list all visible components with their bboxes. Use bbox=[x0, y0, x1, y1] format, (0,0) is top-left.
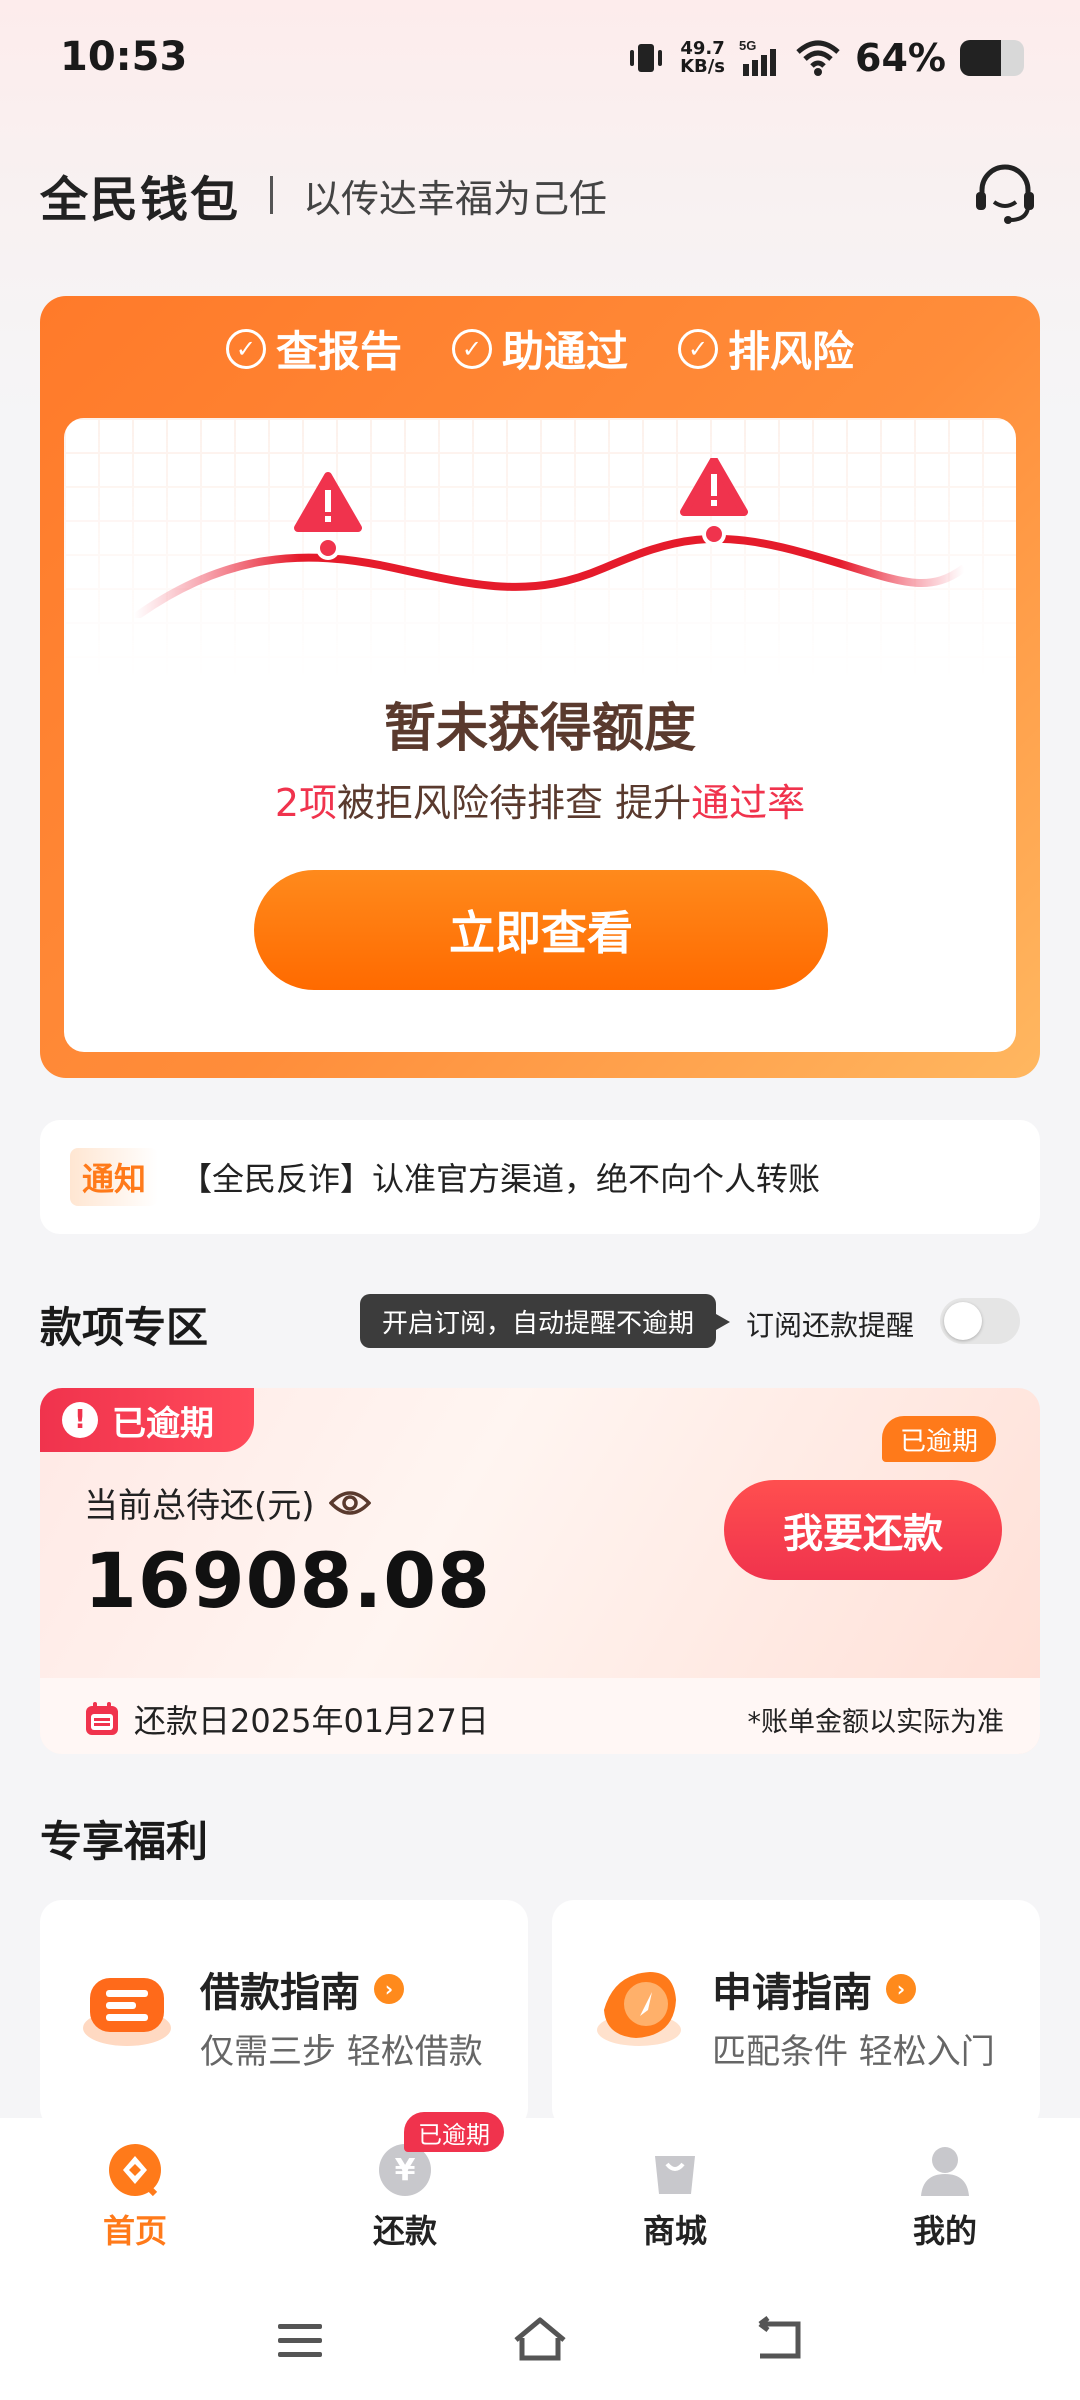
feature-list: ✓ 查报告 ✓ 助通过 ✓ 排风险 bbox=[40, 318, 1040, 379]
bill-note: *账单金额以实际为准 bbox=[747, 1707, 1005, 1738]
home-icon bbox=[109, 2144, 161, 2197]
nav-mall[interactable]: 商城 bbox=[540, 2118, 810, 2280]
feature-item: ✓ 助通过 bbox=[451, 318, 628, 379]
brand-slogan: 以传达幸福为己任 bbox=[303, 176, 608, 221]
benefit-subtitle: 仅需三步 轻松借款 bbox=[200, 2032, 483, 2072]
battery-percent: 64% bbox=[855, 36, 946, 80]
warning-icon bbox=[680, 458, 748, 546]
header-divider bbox=[270, 176, 274, 214]
brand-logo: 全民钱包 bbox=[40, 172, 241, 228]
home-button-icon[interactable] bbox=[510, 2310, 570, 2370]
system-navigation-bar bbox=[0, 2280, 1080, 2400]
nav-mine[interactable]: 我的 bbox=[810, 2118, 1080, 2280]
apply-guide-icon bbox=[597, 1972, 681, 2046]
view-now-button[interactable]: 立即查看 bbox=[254, 870, 828, 990]
chevron-right-icon: › bbox=[886, 1974, 916, 2004]
status-time: 10:53 bbox=[60, 34, 188, 80]
svg-text:¥: ¥ bbox=[395, 2153, 416, 2188]
repay-button[interactable]: 我要还款 bbox=[724, 1480, 1002, 1580]
svg-text:5G: 5G bbox=[739, 38, 756, 53]
calendar-icon bbox=[86, 1702, 118, 1735]
loan-card: ! 已逾期 当前总待还(元) 16908.08 我要还款 已逾期 还款日2025… bbox=[40, 1388, 1040, 1754]
repay-overdue-tag: 已逾期 bbox=[882, 1416, 997, 1462]
check-circle-icon: ✓ bbox=[678, 328, 718, 369]
notice-text: 【全民反诈】认准官方渠道，绝不向个人转账 bbox=[180, 1160, 821, 1198]
menu-icon[interactable] bbox=[270, 2310, 330, 2370]
benefit-title: 申请指南 › bbox=[712, 1960, 916, 2018]
vibrate-icon bbox=[630, 44, 663, 72]
benefits-section-title: 专享福利 bbox=[40, 1817, 209, 1866]
back-icon[interactable] bbox=[750, 2310, 810, 2370]
notice-bar[interactable]: 通知 【全民反诈】认准官方渠道，绝不向个人转账 bbox=[40, 1120, 1040, 1234]
credit-status-panel: 暂未获得额度 2项被拒风险待排查 提升通过率 立即查看 bbox=[64, 418, 1016, 1052]
subscribe-tooltip: 开启订阅，自动提醒不逾期 bbox=[360, 1294, 731, 1348]
user-icon bbox=[921, 2147, 969, 2196]
battery-fill bbox=[960, 40, 1001, 76]
chevron-right-icon: › bbox=[374, 1974, 404, 2004]
shopping-bag-icon bbox=[655, 2156, 695, 2194]
app-header: 全民钱包 以传达幸福为己任 bbox=[40, 160, 1040, 230]
due-date: 还款日2025年01月27日 bbox=[84, 1696, 489, 1742]
borrow-guide-card[interactable]: 借款指南 › 仅需三步 轻松借款 bbox=[40, 1900, 528, 2130]
network-speed: 49.7 KB/s bbox=[680, 38, 726, 77]
nav-repay[interactable]: 已逾期 ¥ 还款 bbox=[270, 2112, 540, 2280]
due-amount-label: 当前总待还(元) bbox=[84, 1478, 371, 1527]
benefit-subtitle: 匹配条件 轻松入门 bbox=[712, 2032, 995, 2072]
credit-limit-card: ✓ 查报告 ✓ 助通过 ✓ 排风险 暂未获得额度 2项被拒风险待排查 提升通过率… bbox=[40, 296, 1040, 1078]
feature-item: ✓ 排风险 bbox=[678, 318, 854, 379]
borrow-guide-icon bbox=[83, 1978, 171, 2046]
notice-tag: 通知 bbox=[70, 1148, 159, 1206]
subscribe-toggle[interactable] bbox=[940, 1298, 1020, 1344]
bottom-navigation: 首页 已逾期 ¥ 还款 商城 我的 bbox=[0, 2112, 1080, 2280]
due-amount: 16908.08 bbox=[84, 1536, 492, 1625]
nav-overdue-badge: 已逾期 bbox=[404, 2112, 504, 2152]
feature-item: ✓ 查报告 bbox=[225, 318, 402, 379]
apply-guide-card[interactable]: 申请指南 › 匹配条件 轻松入门 bbox=[552, 1900, 1040, 2130]
overdue-status-tag: ! 已逾期 bbox=[40, 1388, 254, 1452]
headset-icon[interactable] bbox=[970, 160, 1040, 230]
status-icons: 49.7 KB/s 5G 64% bbox=[626, 36, 1024, 80]
eye-icon[interactable] bbox=[328, 1489, 371, 1517]
nav-home[interactable]: 首页 bbox=[0, 2118, 270, 2280]
check-circle-icon: ✓ bbox=[225, 328, 266, 369]
benefit-title: 借款指南 › bbox=[200, 1960, 404, 2018]
toggle-knob bbox=[944, 1302, 982, 1340]
risk-description: 2项被拒风险待排查 提升通过率 bbox=[274, 781, 806, 825]
risk-wave-graphic bbox=[131, 458, 967, 618]
status-bar: 10:53 49.7 KB/s 5G 64% bbox=[0, 0, 1080, 120]
exclamation-icon: ! bbox=[62, 1402, 98, 1438]
wifi-icon bbox=[796, 40, 840, 76]
credit-status-headline: 暂未获得额度 bbox=[383, 699, 696, 759]
check-circle-icon: ✓ bbox=[451, 328, 492, 369]
subscribe-label: 订阅还款提醒 bbox=[746, 1309, 915, 1342]
loan-section-title: 款项专区 bbox=[40, 1303, 209, 1352]
warning-icon bbox=[294, 472, 362, 560]
cellular-signal-icon: 5G bbox=[739, 38, 777, 76]
battery-icon bbox=[960, 40, 1024, 76]
